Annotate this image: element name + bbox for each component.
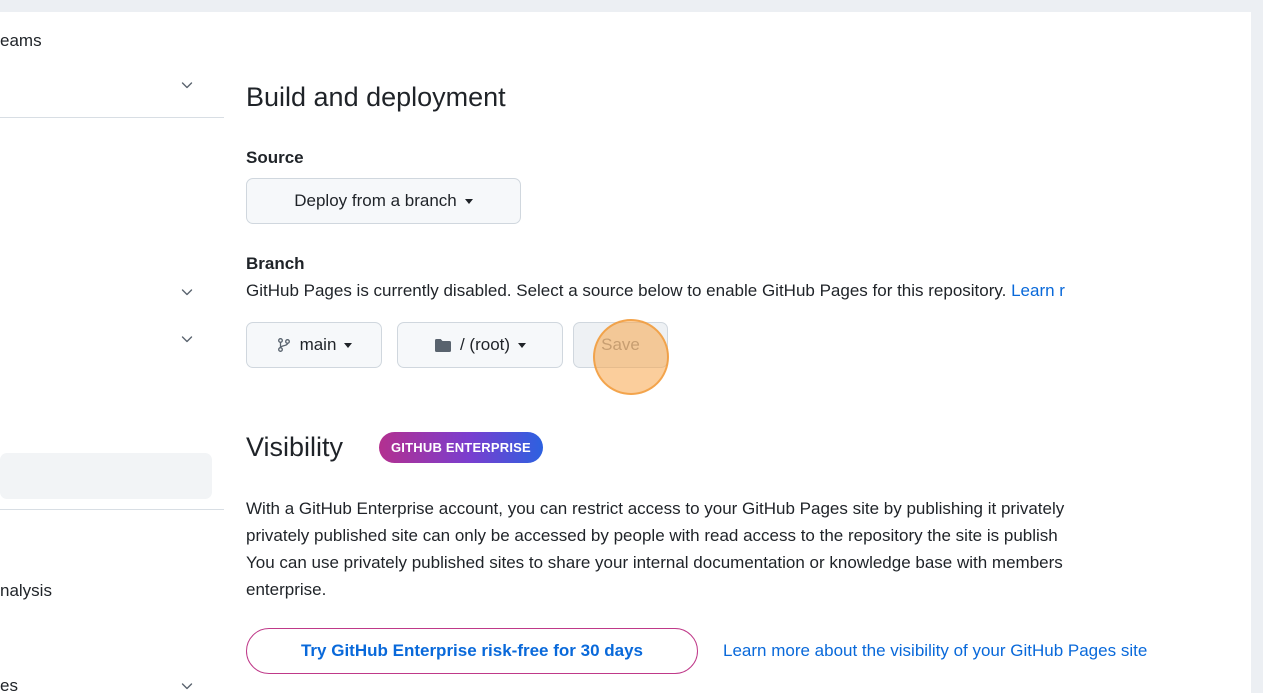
branch-label: Branch <box>246 254 305 273</box>
folder-icon <box>434 338 452 353</box>
source-select-value: Deploy from a branch <box>294 191 457 210</box>
save-button[interactable]: Save <box>573 322 668 368</box>
chevron-down-icon[interactable] <box>179 77 195 93</box>
sidebar-divider <box>0 509 224 510</box>
caret-down-icon <box>344 342 353 348</box>
sidebar-item-secrets[interactable]: es <box>0 676 18 693</box>
sidebar-divider <box>0 117 224 118</box>
folder-select-button[interactable]: / (root) <box>397 322 563 368</box>
git-branch-icon <box>276 337 292 353</box>
try-enterprise-button[interactable]: Try GitHub Enterprise risk-free for 30 d… <box>246 628 698 674</box>
chevron-down-icon[interactable] <box>179 284 195 300</box>
visibility-line-4: enterprise. <box>246 580 327 599</box>
caret-down-icon <box>518 342 527 348</box>
chevron-down-icon[interactable] <box>179 331 195 347</box>
branch-description-text: GitHub Pages is currently disabled. Sele… <box>246 281 1007 300</box>
sidebar-item-teams[interactable]: eams <box>0 31 42 51</box>
sidebar-item-code-analysis[interactable]: nalysis <box>0 581 52 601</box>
sidebar-item-pages-active[interactable] <box>0 453 212 499</box>
github-enterprise-badge: GITHUB ENTERPRISE <box>379 432 543 463</box>
chevron-down-icon[interactable] <box>179 678 195 693</box>
folder-select-value: / (root) <box>459 335 511 354</box>
settings-sidebar: eams nalysis es <box>0 12 224 693</box>
branch-description: GitHub Pages is currently disabled. Sele… <box>246 278 1065 304</box>
visibility-line-1: With a GitHub Enterprise account, you ca… <box>246 499 1065 518</box>
app-viewport: eams nalysis es Build and deployment Sou… <box>0 12 1251 693</box>
build-deployment-heading: Build and deployment <box>246 82 506 112</box>
source-label: Source <box>246 148 304 167</box>
branch-select-value: main <box>299 335 337 354</box>
branch-select-button[interactable]: main <box>246 322 382 368</box>
visibility-heading: Visibility <box>246 432 344 462</box>
pages-settings-main: Build and deployment Source Deploy from … <box>246 12 1251 693</box>
source-select-button[interactable]: Deploy from a branch <box>246 178 521 224</box>
learn-more-link[interactable]: Learn r <box>1011 281 1065 300</box>
visibility-line-2: privately published site can only be acc… <box>246 526 1058 545</box>
caret-down-icon <box>464 198 473 204</box>
visibility-learn-more-link[interactable]: Learn more about the visibility of your … <box>723 641 1147 661</box>
visibility-line-3: You can use privately published sites to… <box>246 553 1063 572</box>
